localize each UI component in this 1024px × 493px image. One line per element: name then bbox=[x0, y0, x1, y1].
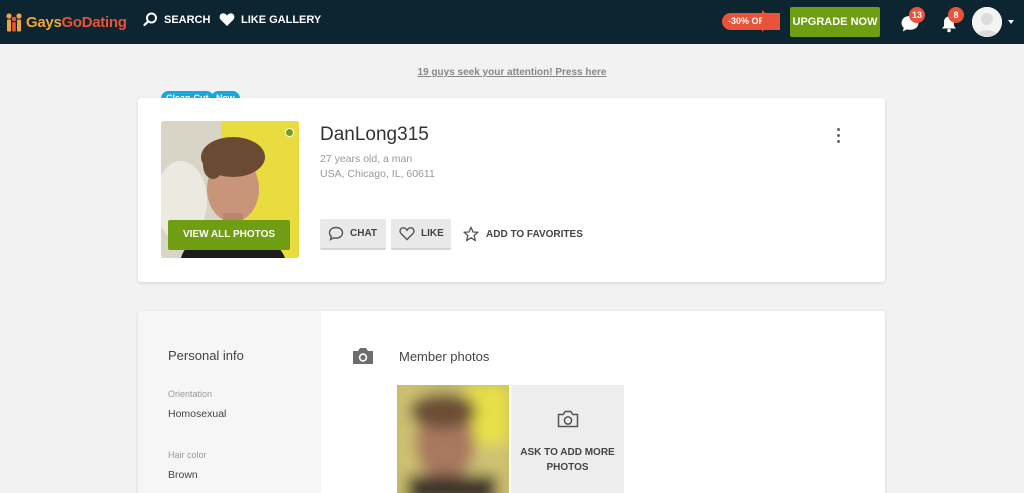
camera-icon bbox=[353, 348, 373, 364]
chevron-down-icon[interactable] bbox=[1008, 20, 1014, 24]
discount-arrow-icon bbox=[762, 10, 774, 32]
hair-color-value: Brown bbox=[168, 469, 198, 481]
more-options-icon[interactable] bbox=[833, 128, 843, 146]
ask-to-add-more-photos-label: ASK TO ADD MORE PHOTOS bbox=[520, 447, 615, 473]
like-button-label: LIKE bbox=[421, 228, 444, 239]
notifications-count-badge: 8 bbox=[948, 7, 964, 23]
profile-location: USA, Chicago, IL, 60611 bbox=[320, 168, 435, 180]
chat-button-label: CHAT bbox=[350, 228, 378, 239]
notifications-button[interactable]: 8 bbox=[939, 7, 964, 34]
ask-to-add-more-photos-button[interactable]: ASK TO ADD MORE PHOTOS bbox=[511, 385, 624, 493]
site-logo[interactable]: Gays GoDating bbox=[4, 11, 127, 33]
add-to-favorites-label: ADD TO FAVORITES bbox=[486, 228, 583, 240]
messages-button[interactable]: 13 bbox=[900, 7, 926, 34]
personal-info-title: Personal info bbox=[168, 348, 244, 363]
avatar[interactable] bbox=[972, 7, 1002, 37]
messages-count-badge: 13 bbox=[909, 7, 926, 23]
logo-text-godating: GoDating bbox=[61, 13, 127, 31]
nav-like-gallery-label: LIKE GALLERY bbox=[241, 13, 322, 26]
user-avatar-image bbox=[972, 7, 1002, 37]
orientation-label: Orientation bbox=[168, 389, 213, 399]
personal-info-sidebar: Personal info Orientation Homosexual Hai… bbox=[138, 311, 321, 493]
member-photo-thumbnail[interactable] bbox=[397, 385, 509, 493]
add-to-favorites-button[interactable]: ADD TO FAVORITES bbox=[463, 226, 583, 242]
orientation-value: Homosexual bbox=[168, 408, 227, 420]
profile-age: 27 years old, a man bbox=[320, 153, 413, 165]
heart-icon bbox=[219, 13, 235, 26]
nav-like-gallery[interactable]: LIKE GALLERY bbox=[219, 12, 321, 27]
member-photos-title: Member photos bbox=[399, 349, 490, 364]
profile-username: DanLong315 bbox=[320, 124, 429, 145]
search-icon bbox=[143, 12, 157, 27]
top-navigation-bar: Gays GoDating SEARCH LIKE GALLERY -30% O… bbox=[0, 0, 1024, 44]
online-status-dot bbox=[285, 128, 294, 137]
logo-people-icon bbox=[4, 12, 24, 32]
chat-button[interactable]: CHAT bbox=[320, 219, 386, 250]
heart-outline-icon bbox=[399, 227, 415, 241]
profile-details-panel: Personal info Orientation Homosexual Hai… bbox=[138, 311, 885, 493]
like-button[interactable]: LIKE bbox=[391, 219, 451, 250]
blurred-photo-image bbox=[397, 385, 509, 493]
nav-search-label: SEARCH bbox=[164, 13, 211, 26]
logo-text-gays: Gays bbox=[26, 13, 62, 31]
attention-link[interactable]: 19 guys seek your attention! Press here bbox=[0, 67, 1024, 78]
camera-outline-icon bbox=[557, 410, 579, 428]
star-icon bbox=[463, 226, 479, 242]
hair-color-label: Hair color bbox=[168, 450, 207, 460]
upgrade-now-button[interactable]: UPGRADE NOW bbox=[790, 7, 880, 37]
nav-search[interactable]: SEARCH bbox=[143, 12, 210, 27]
chat-icon bbox=[328, 226, 344, 241]
view-all-photos-button[interactable]: VIEW ALL PHOTOS bbox=[168, 220, 290, 250]
